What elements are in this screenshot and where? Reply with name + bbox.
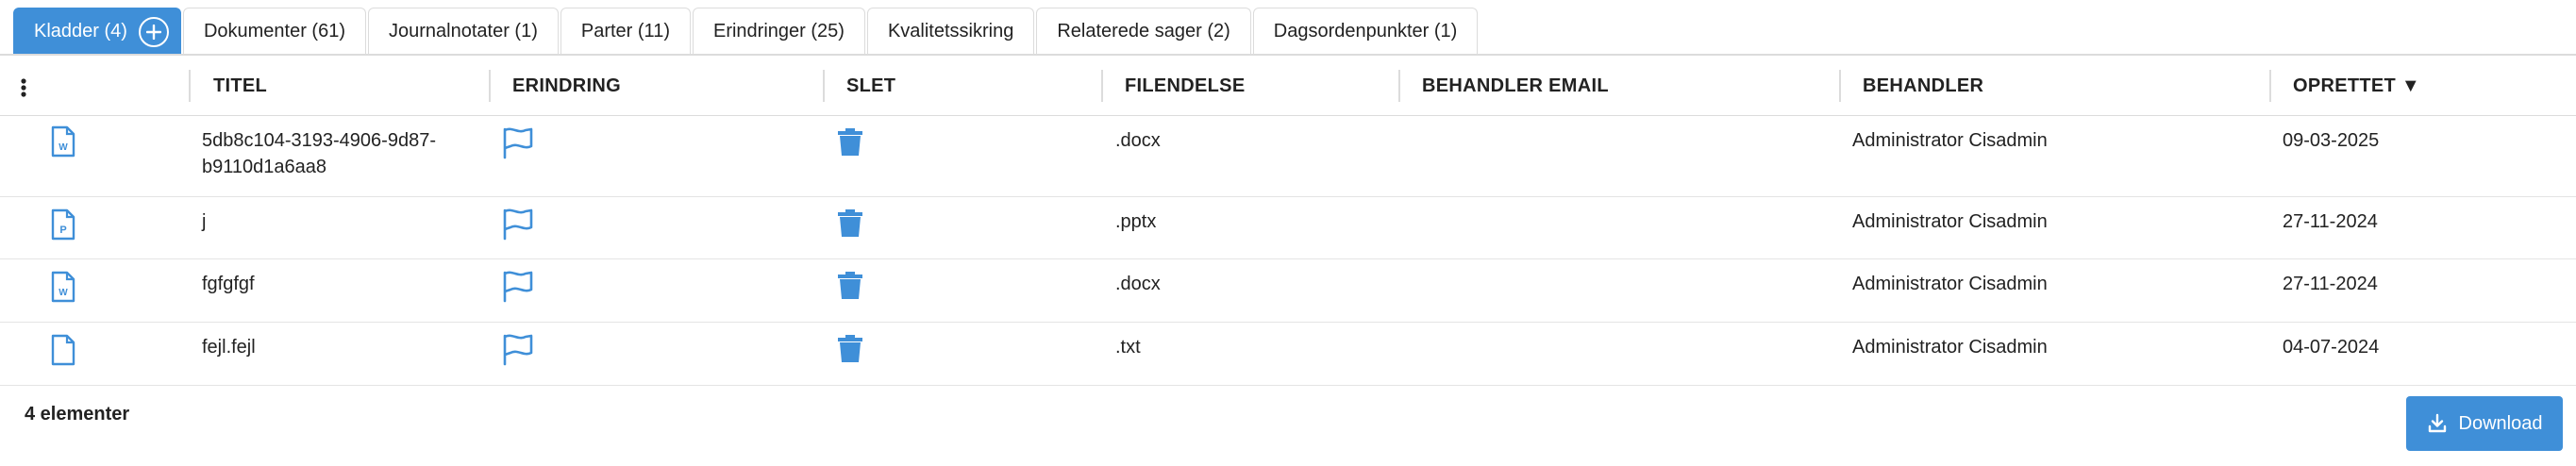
tabs-divider: [0, 54, 2576, 56]
row-extension: .docx: [1115, 274, 1161, 294]
tab-erindringer[interactable]: Erindringer (25): [692, 8, 865, 55]
tab-label: Erindringer (25): [712, 21, 845, 42]
tab-parter[interactable]: Parter (11): [560, 8, 691, 55]
column-header-oprettet[interactable]: OPRETTET ▼: [2293, 57, 2420, 115]
tab-kladder[interactable]: Kladder (4): [13, 8, 181, 55]
row-behandler: Administrator Cisadmin: [1852, 337, 2048, 358]
column-header-erindring[interactable]: ERINDRING: [512, 57, 621, 115]
table-row[interactable]: fejl.fejl .txt Administrator Cisadmin 04…: [0, 323, 2576, 386]
row-oprettet: 27-11-2024: [2283, 274, 2378, 294]
row-oprettet: 04-07-2024: [2283, 337, 2380, 358]
row-extension: .txt: [1115, 337, 1141, 358]
tab-label: Kvalitetssikring: [887, 21, 1014, 42]
row-extension: .docx: [1115, 130, 1161, 151]
row-title: fgfgfgf: [202, 274, 255, 294]
row-oprettet: 27-11-2024: [2283, 211, 2378, 232]
column-separator[interactable]: [1398, 70, 1400, 102]
tab-journalnotater[interactable]: Journalnotater (1): [368, 8, 559, 55]
column-header-filendelse[interactable]: FILENDELSE: [1125, 57, 1245, 115]
table-header: TITEL ERINDRING SLET FILENDELSE BEHANDLE…: [0, 57, 2576, 116]
column-separator[interactable]: [489, 70, 491, 102]
trash-icon[interactable]: [836, 332, 864, 364]
title-line: 5db8c104-3193-4906-9d87-: [202, 130, 436, 151]
column-header-behandler[interactable]: BEHANDLER: [1863, 57, 1983, 115]
column-header-slet[interactable]: SLET: [846, 57, 895, 115]
row-behandler: Administrator Cisadmin: [1852, 211, 2048, 232]
table-row[interactable]: W fgfgfgf .docx Administrator Cisadmin 2…: [0, 259, 2576, 323]
add-icon[interactable]: [138, 16, 169, 47]
flag-icon[interactable]: [501, 332, 537, 366]
column-separator[interactable]: [823, 70, 825, 102]
tab-dokumenter[interactable]: Dokumenter (61): [182, 8, 366, 55]
word-file-icon[interactable]: W: [51, 271, 75, 303]
flag-icon[interactable]: [501, 207, 537, 241]
powerpoint-file-icon[interactable]: P: [51, 208, 75, 241]
svg-text:W: W: [59, 288, 68, 298]
trash-icon[interactable]: [836, 125, 864, 158]
svg-text:W: W: [59, 142, 68, 153]
flag-icon[interactable]: [501, 125, 537, 159]
tab-label: Dagsordenpunkter (1): [1273, 21, 1458, 42]
tab-dagsordenpunkter[interactable]: Dagsordenpunkter (1): [1252, 8, 1479, 55]
row-behandler: Administrator Cisadmin: [1852, 130, 2048, 151]
tab-label: Relaterede sager (2): [1057, 21, 1230, 42]
row-behandler: Administrator Cisadmin: [1852, 274, 2048, 294]
tab-label: Parter (11): [580, 21, 670, 42]
flag-icon[interactable]: [501, 269, 537, 303]
item-count: 4 elementer: [25, 404, 130, 424]
row-oprettet: 09-03-2025: [2283, 130, 2380, 151]
tab-kvalitetssikring[interactable]: Kvalitetssikring: [866, 8, 1035, 55]
tab-label: Kladder (4): [34, 21, 127, 42]
title-line: b9110d1a6aa8: [202, 157, 326, 177]
trash-icon[interactable]: [836, 207, 864, 239]
trash-icon[interactable]: [836, 269, 864, 301]
table-row[interactable]: W 5db8c104-3193-4906-9d87- b9110d1a6aa8 …: [0, 116, 2576, 197]
file-icon[interactable]: [51, 334, 75, 366]
tab-label: Dokumenter (61): [203, 21, 345, 42]
tab-label: Journalnotater (1): [389, 21, 538, 42]
row-extension: .pptx: [1115, 211, 1157, 232]
column-header-titel[interactable]: TITEL: [213, 57, 267, 115]
column-header-behandler-email[interactable]: BEHANDLER EMAIL: [1422, 57, 1609, 115]
tab-relaterede-sager[interactable]: Relaterede sager (2): [1036, 8, 1251, 55]
row-title: 5db8c104-3193-4906-9d87- b9110d1a6aa8: [202, 127, 436, 180]
row-title: fejl.fejl: [202, 337, 256, 358]
column-separator[interactable]: [2269, 70, 2271, 102]
column-separator[interactable]: [1839, 70, 1841, 102]
row-title: j: [202, 211, 207, 232]
download-label: Download: [2458, 412, 2543, 434]
column-separator[interactable]: [1101, 70, 1103, 102]
download-button[interactable]: Download: [2406, 396, 2563, 451]
download-icon: [2428, 413, 2446, 433]
tab-bar: Kladder (4) Dokumenter (61) Journalnotat…: [13, 8, 1480, 55]
word-file-icon[interactable]: W: [51, 125, 75, 158]
svg-text:P: P: [59, 225, 66, 236]
table-row[interactable]: P j .pptx Administrator Cisadmin 27-11-2…: [0, 197, 2576, 259]
column-separator[interactable]: [189, 70, 191, 102]
column-menu-icon[interactable]: [21, 77, 26, 98]
